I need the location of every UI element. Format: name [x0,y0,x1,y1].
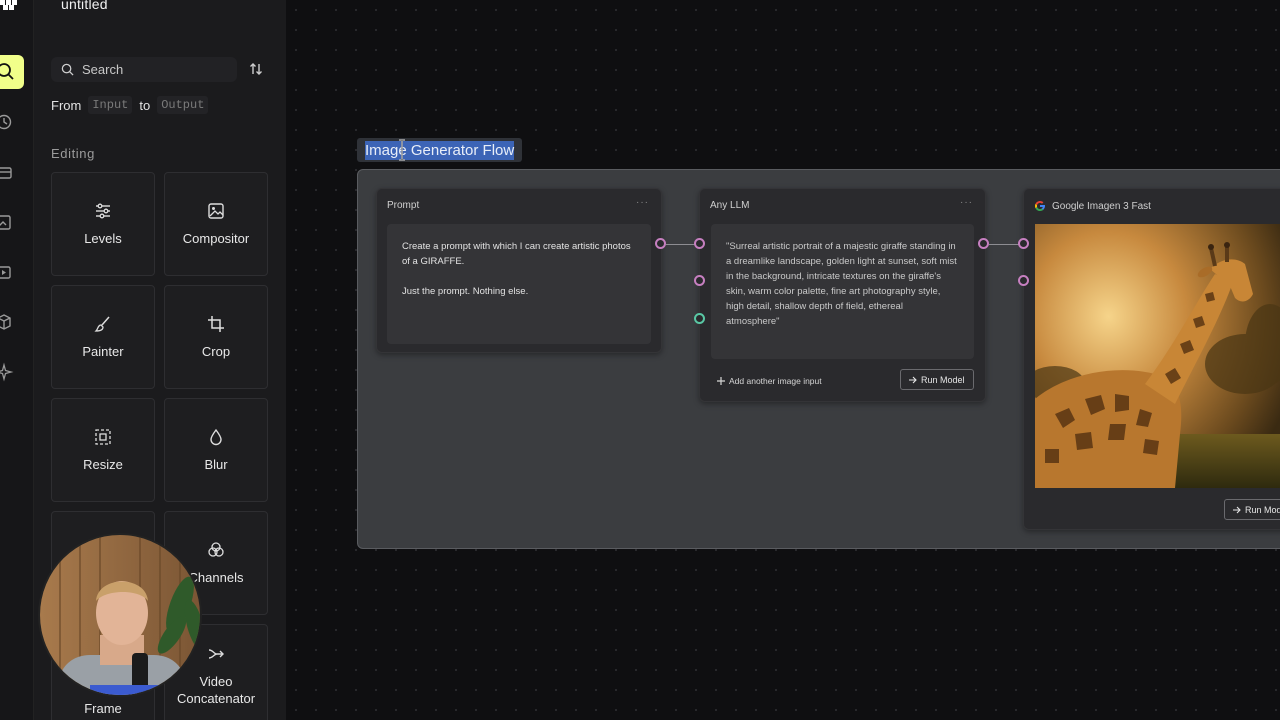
run-model-button[interactable]: Run Model [900,369,974,390]
tool-levels[interactable]: Levels [51,172,155,276]
sparkle-icon [0,362,14,382]
tool-label: Video Concatenator [176,674,256,706]
tool-label: Crop [201,343,231,359]
arrow-right-icon [909,376,917,383]
droplet-icon [210,428,222,445]
rail-image-edit-button[interactable] [0,205,24,239]
filter-input-chip[interactable]: Input [88,96,133,114]
node-title: Any LLM [710,200,750,211]
group-title-editor[interactable]: Image Generator Flow [357,138,523,162]
run-model-label: Run Mod [1245,504,1280,515]
briefcase-icon [0,167,12,179]
node-menu-button[interactable]: ··· [960,197,973,208]
llm-input-port-prompt[interactable] [694,238,705,249]
tool-label: Channels [188,569,244,585]
channels-icon [208,541,224,557]
rail-history-button[interactable] [0,105,24,139]
tool-label: Painter [82,343,124,359]
run-model-button[interactable]: Run Mod [1224,499,1280,520]
resize-icon [95,428,111,445]
tool-painter[interactable]: Painter [51,285,155,389]
llm-output-port[interactable] [978,238,989,249]
rail-search-button[interactable] [0,55,24,89]
node-title: Prompt [387,200,420,211]
tool-compositor[interactable]: Compositor [164,172,268,276]
type-filter: From Input to Output [51,96,209,114]
rail-3d-button[interactable] [0,305,24,339]
imagen-input-port-negative[interactable] [1018,275,1029,286]
tool-label: Frame [84,701,122,716]
tool-label: Resize [83,456,123,472]
tool-label: Levels [84,230,122,246]
webcam-overlay [38,533,202,697]
app-logo-icon [0,0,17,10]
search-box[interactable] [51,57,237,82]
node-menu-button[interactable]: ··· [636,197,649,208]
node-prompt[interactable]: Prompt ··· Create a prompt with which I … [376,188,662,353]
llm-output-text: "Surreal artistic portrait of a majestic… [711,224,974,359]
imagen-input-port-prompt[interactable] [1018,238,1029,249]
search-icon [61,63,74,76]
generated-image[interactable] [1035,224,1280,488]
app-window: untitled From Input to Output Editing Le… [0,0,1280,720]
add-image-input-label: Add another image input [729,376,822,386]
image-icon [208,202,224,219]
cube-icon [0,314,11,330]
tool-label: Blur [204,456,228,472]
crop-icon [208,315,224,332]
tool-blur[interactable]: Blur [164,398,268,502]
google-logo-icon [1034,201,1045,211]
section-label-editing: Editing [51,146,95,161]
tool-label: Compositor [182,230,250,246]
giraffe-image [1035,224,1280,488]
arrow-right-icon [1233,506,1241,513]
add-image-input-button[interactable]: Add another image input [717,376,822,386]
image-edit-icon [0,215,11,230]
node-any-llm[interactable]: Any LLM ··· "Surreal artistic portrait o… [699,188,986,402]
connection-wire[interactable] [989,244,1019,245]
rail-ai-button[interactable] [0,355,24,389]
plus-icon [717,377,725,385]
video-merge-icon [208,649,224,659]
sort-button[interactable] [246,59,266,79]
sort-icon [250,63,262,75]
llm-input-port-image[interactable] [694,313,705,324]
tool-resize[interactable]: Resize [51,398,155,502]
rail-toolbox-button[interactable] [0,155,24,189]
filter-output-chip[interactable]: Output [157,96,209,114]
clock-icon [0,114,12,130]
search-icon [0,63,14,80]
filter-from-label: From [51,97,82,113]
connection-wire[interactable] [666,244,695,245]
group-title-text[interactable]: Image Generator Flow [365,140,515,160]
prompt-text-area[interactable]: Create a prompt with which I can create … [387,224,651,344]
project-title[interactable]: untitled [61,0,108,12]
run-model-label: Run Model [921,374,965,385]
prompt-output-port[interactable] [655,238,666,249]
llm-input-port-system[interactable] [694,275,705,286]
presenter-video-image [40,535,200,695]
sliders-icon [96,203,110,218]
tool-crop[interactable]: Crop [164,285,268,389]
rail-video-button[interactable] [0,255,24,289]
filter-to-label: to [139,97,151,113]
video-icon [0,266,11,279]
brush-icon [94,316,110,332]
left-rail [0,0,34,720]
search-input[interactable] [82,62,222,77]
node-title: Google Imagen 3 Fast [1052,200,1151,212]
text-cursor-icon [399,139,405,161]
